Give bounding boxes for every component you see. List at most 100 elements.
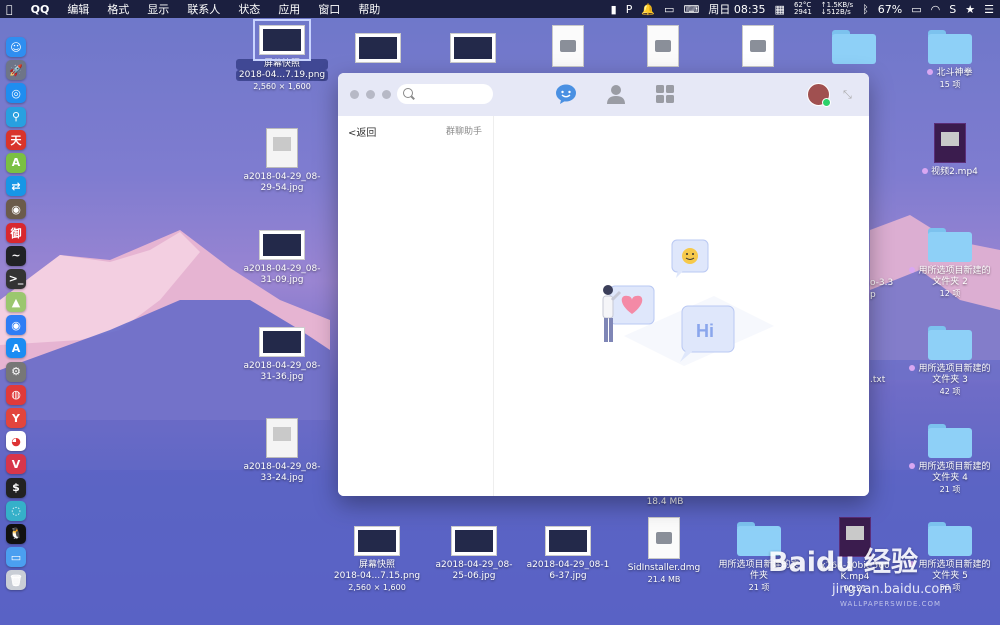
desktop-item-folder[interactable]: 用所选项目新建的 文件夹 3 42 项 — [903, 326, 997, 397]
apps-tab-icon[interactable] — [654, 83, 676, 105]
image-thumbnail-icon — [451, 526, 497, 556]
desktop-item-thumb[interactable] — [448, 33, 498, 67]
file-size-label: 18.4 MB — [646, 497, 684, 507]
menu-help[interactable]: 帮助 — [358, 1, 380, 17]
desktop-item-screenshot[interactable]: 屏幕快照 2018-04...7.15.png 2,560 × 1,600 — [330, 526, 424, 593]
display-icon[interactable]: ▭ — [664, 3, 674, 16]
item-sub: 2,560 × 1,600 — [253, 82, 311, 91]
desktop-item-folder[interactable]: 用所选项目新建的 文件夹 2 12 项 — [903, 228, 997, 299]
chinese-app-icon[interactable]: 御 — [6, 222, 26, 243]
menu-format[interactable]: 格式 — [107, 1, 129, 17]
menu-app-name[interactable]: QQ — [31, 3, 50, 16]
qq-icon[interactable]: 🐧 — [6, 523, 26, 544]
sd-card-icon[interactable]: ▮ — [611, 3, 617, 16]
messages-tab-icon[interactable] — [555, 83, 577, 105]
netease-music-icon[interactable]: ◍ — [6, 384, 26, 405]
launchpad-icon[interactable]: 🚀 — [6, 60, 26, 81]
image-file-icon — [266, 418, 298, 458]
siri-icon[interactable]: ◉ — [6, 315, 26, 336]
menu-edit[interactable]: 编辑 — [67, 1, 89, 17]
menu-contacts[interactable]: 联系人 — [187, 1, 220, 17]
safari-icon[interactable]: ◎ — [6, 83, 26, 104]
maps-icon[interactable]: ▲ — [6, 292, 26, 313]
image-file-icon — [266, 128, 298, 168]
clock[interactable]: 周日 08:35 — [708, 1, 765, 17]
empty-state-illustration: Hi — [602, 239, 774, 366]
system-preferences-icon[interactable]: ⚙ — [6, 361, 26, 382]
android-icon[interactable]: A — [6, 152, 26, 173]
desktop-item-dmg[interactable] — [550, 25, 586, 71]
disk-image-icon — [648, 517, 680, 559]
wifi-icon[interactable]: ◠ — [931, 3, 941, 16]
tag-dot — [927, 69, 934, 75]
app-store-icon[interactable]: A — [6, 338, 26, 359]
zoom-button[interactable] — [382, 90, 391, 99]
menu-window[interactable]: 窗口 — [318, 1, 340, 17]
disc-icon[interactable]: ◉ — [6, 199, 26, 220]
desktop-item-thumb[interactable] — [353, 33, 403, 67]
keyboard-icon[interactable]: ⌨ — [683, 3, 699, 16]
folder-dock-icon[interactable]: ▭ — [6, 547, 26, 568]
tag-dot — [909, 463, 916, 469]
minimize-button[interactable] — [366, 90, 375, 99]
desktop-item-jpg[interactable]: a2018-04-29_08- 33-24.jpg — [236, 418, 328, 484]
p-icon[interactable]: P — [626, 3, 633, 16]
finder-search-icon[interactable]: ⚲ — [6, 106, 26, 127]
notes-red-icon[interactable]: 天 — [6, 129, 26, 150]
desktop-item-media[interactable] — [740, 25, 776, 71]
desktop-item-video[interactable]: 视频2.mp4 — [903, 123, 997, 178]
bluetooth-icon[interactable]: ᛒ — [862, 3, 869, 16]
menu-status[interactable]: 状态 — [238, 1, 260, 17]
vivaldi-icon[interactable]: V — [6, 454, 26, 475]
menu-apps[interactable]: 应用 — [278, 1, 300, 17]
sync-icon[interactable]: ◌ — [6, 500, 26, 521]
chip-icon[interactable]: ▦ — [775, 3, 785, 16]
back-button[interactable]: <返回 — [348, 124, 376, 139]
yandex-icon[interactable]: Y — [6, 408, 26, 428]
partial-label: o-3.3 — [870, 278, 894, 288]
desktop-item-screenshot[interactable]: 屏幕快照 2018-04...7.19.png 2,560 × 1,600 — [236, 19, 328, 92]
chrome-icon[interactable]: ◕ — [6, 431, 26, 452]
battery-percent[interactable]: 67% — [878, 3, 902, 16]
network-readout[interactable]: ↑1.5KB/s ↓512B/s — [821, 2, 853, 16]
search-box[interactable] — [397, 84, 493, 104]
bell-icon[interactable]: 🔔 — [641, 3, 655, 16]
terminal-icon[interactable]: >_ — [6, 268, 26, 289]
desktop-item-jpg[interactable]: a2018-04-29_08- 31-09.jpg — [236, 230, 328, 286]
fan-readout: 2941 — [793, 8, 812, 16]
desktop-item-folder[interactable] — [831, 30, 877, 68]
s-app-icon[interactable]: S — [949, 3, 956, 16]
collapse-icon[interactable]: ⤡ — [843, 88, 852, 102]
partial-label: .txt — [870, 375, 886, 385]
search-icon — [403, 88, 413, 98]
teamviewer-icon[interactable]: ⇄ — [6, 176, 26, 197]
avatar[interactable] — [807, 83, 831, 107]
net-down: ↓512B/s — [820, 8, 851, 16]
desktop-item-jpg[interactable]: a2018-04-29_08- 25-06.jpg — [427, 526, 521, 582]
media-file-icon — [742, 25, 774, 67]
sensor-readout[interactable]: 62°C 2941 — [794, 2, 812, 16]
star-icon[interactable]: ★ — [965, 3, 975, 16]
item-sub: 2,560 × 1,600 — [348, 583, 406, 592]
desktop-item-jpg[interactable]: a2018-04-29_08- 29-54.jpg — [236, 128, 328, 194]
activity-monitor-icon[interactable]: ~ — [6, 245, 26, 266]
iterm-icon[interactable]: $ — [6, 477, 26, 498]
desktop-item-folder[interactable]: 北斗神拳 15 项 — [903, 30, 997, 90]
desktop-item-jpg[interactable]: a2018-04-29_08- 31-36.jpg — [236, 327, 328, 383]
apple-icon[interactable]:  — [6, 3, 13, 16]
item-label-2: 2018-04...7.15.png — [333, 571, 421, 581]
close-button[interactable] — [350, 90, 359, 99]
desktop-item-folder[interactable]: 用所选项目新建的 文件夹 4 21 项 — [903, 424, 997, 495]
item-label-2: 31-09.jpg — [260, 275, 304, 285]
baidu-watermark: Baidu 经验 — [768, 547, 919, 578]
desktop-item-dmg[interactable]: SidInstaller.dmg 21.4 MB — [617, 517, 711, 585]
trash-icon[interactable]: 🗑 — [6, 570, 26, 591]
list-icon[interactable]: ☰ — [984, 3, 994, 16]
tag-dot — [909, 365, 916, 371]
finder-icon[interactable]: ☺ — [6, 37, 26, 57]
contacts-tab-icon[interactable] — [605, 83, 627, 105]
desktop-item-dmg[interactable] — [645, 25, 681, 71]
desktop-item-jpg[interactable]: a2018-04-29_08-1 6-37.jpg — [521, 526, 615, 582]
menu-view[interactable]: 显示 — [147, 1, 169, 17]
search-input[interactable] — [417, 86, 491, 104]
